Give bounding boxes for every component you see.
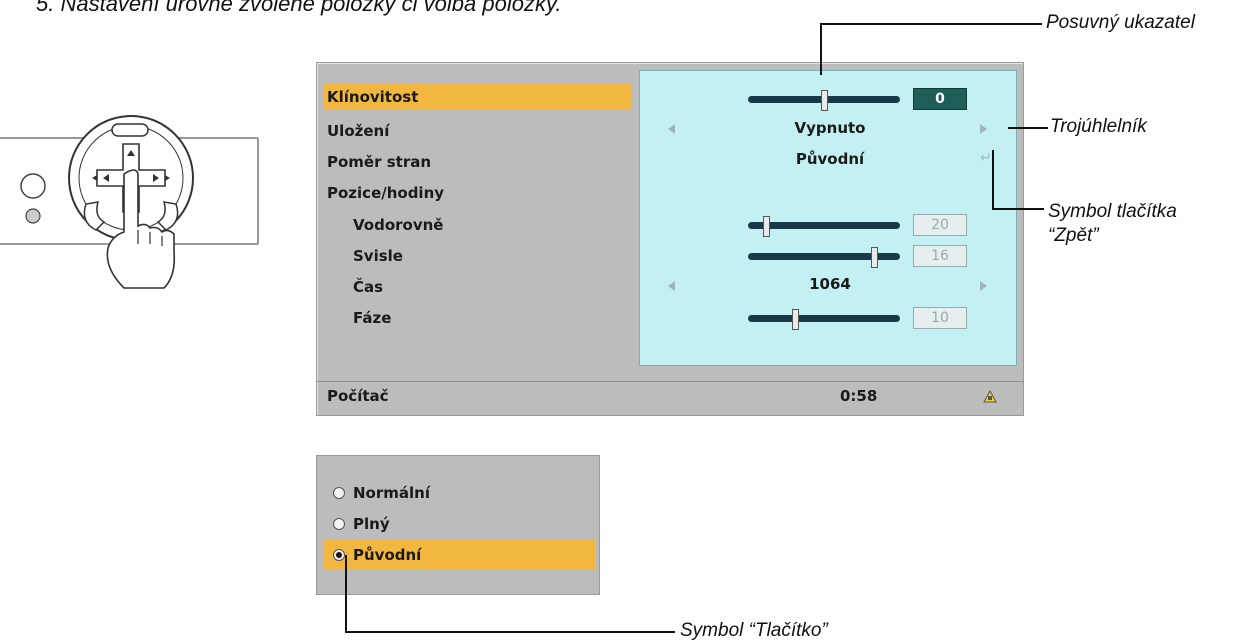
slider-vodorovne[interactable] [748, 216, 900, 237]
triangle-right-icon[interactable] [980, 281, 987, 291]
callout-line-slider [820, 23, 1042, 25]
option-label: Plný [353, 515, 390, 533]
slider-knob[interactable] [821, 90, 828, 111]
callout-return-line2: “Zpět” [1048, 225, 1099, 246]
status-bar: Počítač 0:58 [317, 381, 1023, 414]
callout-line-radio [345, 555, 347, 633]
menu-item-svisle[interactable]: Svisle [323, 243, 631, 269]
instruction-heading: 5. Nastavení úrovně zvolené položky či v… [36, 0, 562, 16]
option-puvodni[interactable]: Původní [323, 540, 595, 570]
triangle-right-icon[interactable] [980, 124, 987, 134]
osd-menu: Klínovitost Uložení Poměr stran Pozice/h… [316, 62, 1024, 416]
value-ulozeni: Vypnuto [794, 119, 866, 137]
lock-icon [983, 390, 997, 403]
triangle-left-icon[interactable] [668, 281, 675, 291]
value-pomer-stran: Původní [795, 150, 865, 168]
value-cas: 1064 [809, 275, 851, 293]
option-label: Původní [353, 546, 422, 564]
slider-knob[interactable] [763, 216, 770, 237]
callout-line-return [992, 150, 994, 210]
callout-line-slider [820, 23, 822, 75]
remote-control-illustration [0, 96, 270, 296]
menu-item-faze[interactable]: Fáze [323, 305, 631, 331]
radio-button-icon[interactable] [333, 487, 345, 499]
callout-line-radio [345, 631, 675, 633]
value-box-faze: 10 [913, 307, 967, 329]
menu-item-pozice-hodiny[interactable]: Pozice/hodiny [323, 180, 631, 206]
value-box-vodorovne: 20 [913, 214, 967, 236]
aspect-options-list: Normální Plný Původní [316, 455, 600, 595]
value-box-svisle: 16 [913, 245, 967, 267]
callout-line-return [992, 208, 1044, 210]
slider-svisle[interactable] [748, 247, 900, 268]
menu-item-list: Klínovitost Uložení Poměr stran Pozice/h… [317, 63, 639, 369]
value-box-klinovitost: 0 [913, 88, 967, 110]
timer-display: 0:58 [840, 387, 878, 405]
callout-slider: Posuvný ukazatel [1046, 12, 1195, 33]
callout-line-triangle [1008, 127, 1048, 129]
callout-return-line1: Symbol tlačítka [1048, 201, 1177, 222]
option-normalni[interactable]: Normální [323, 478, 595, 508]
slider-knob[interactable] [792, 309, 799, 330]
callout-triangle: Trojúhlelník [1050, 116, 1147, 137]
option-label: Normální [353, 484, 430, 502]
menu-item-klinovitost[interactable]: Klínovitost [323, 84, 631, 110]
triangle-left-icon[interactable] [668, 124, 675, 134]
radio-button-icon[interactable] [333, 518, 345, 530]
menu-item-pomer-stran[interactable]: Poměr stran [323, 149, 631, 175]
return-icon: ↵ [980, 150, 992, 166]
menu-item-vodorovne[interactable]: Vodorovně [323, 212, 631, 238]
slider-klinovitost[interactable] [748, 90, 900, 111]
option-plny[interactable]: Plný [323, 509, 595, 539]
menu-item-ulozeni[interactable]: Uložení [323, 118, 631, 144]
slider-knob[interactable] [871, 247, 878, 268]
slider-faze[interactable] [748, 309, 900, 330]
menu-item-cas[interactable]: Čas [323, 274, 631, 300]
input-source-label: Počítač [327, 387, 389, 405]
radio-button-checked-icon[interactable] [333, 549, 345, 561]
value-panel: 0 Vypnuto Původní ↵ 20 16 1064 10 [639, 70, 1017, 366]
